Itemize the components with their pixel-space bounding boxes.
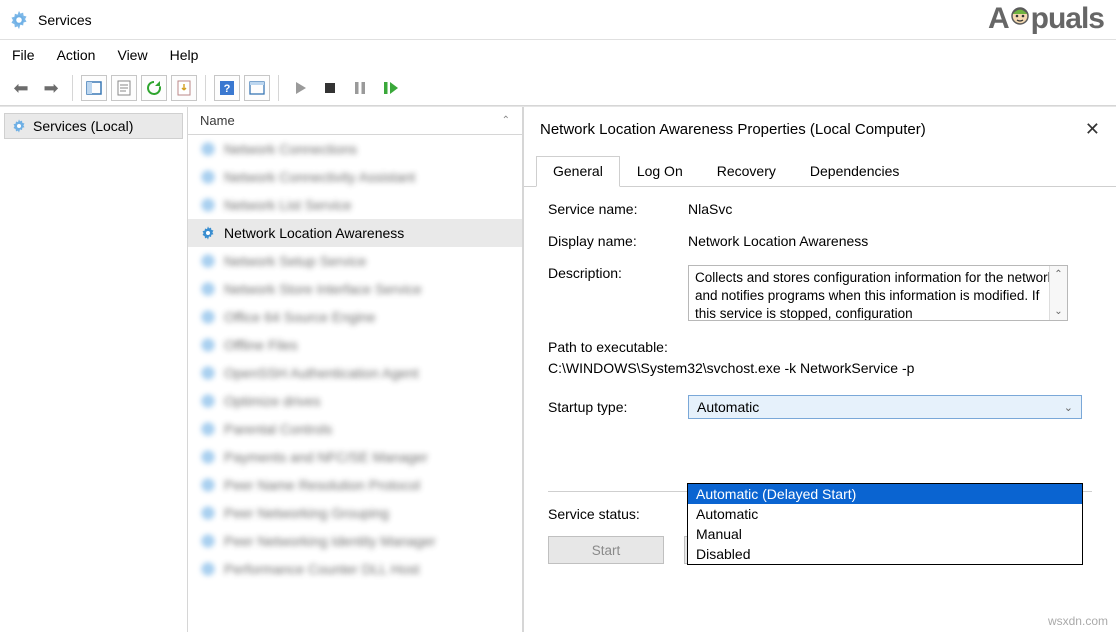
toolbar-stop-button[interactable]	[317, 75, 343, 101]
column-header-name[interactable]: Name ⌃	[188, 107, 522, 135]
label-description: Description:	[548, 265, 688, 281]
service-row[interactable]: Peer Networking Grouping	[188, 499, 522, 527]
service-name-label: Network Location Awareness	[224, 225, 404, 241]
toolbar-refresh-button[interactable]	[141, 75, 167, 101]
app-icon	[8, 9, 30, 31]
chevron-down-icon: ⌄	[1064, 401, 1073, 414]
toolbar-show-hide-button[interactable]	[81, 75, 107, 101]
toolbar-start-button[interactable]	[287, 75, 313, 101]
toolbar: ⬅ ➡ ?	[0, 70, 1116, 106]
watermark-url: wsxdn.com	[1048, 614, 1108, 628]
service-row[interactable]: Offline Files	[188, 331, 522, 359]
service-row[interactable]: Network List Service	[188, 191, 522, 219]
value-display-name: Network Location Awareness	[688, 233, 1092, 249]
nav-back-button[interactable]: ⬅	[8, 75, 34, 101]
value-path: C:\WINDOWS\System32\svchost.exe -k Netwo…	[548, 358, 1092, 379]
option-automatic[interactable]: Automatic	[688, 504, 1082, 524]
tab-recovery[interactable]: Recovery	[700, 156, 793, 187]
option-automatic-delayed[interactable]: Automatic (Delayed Start)	[688, 484, 1082, 504]
tab-general[interactable]: General	[536, 156, 620, 187]
svg-text:?: ?	[224, 83, 231, 95]
toolbar-console-button[interactable]	[244, 75, 270, 101]
service-row[interactable]: OpenSSH Authentication Agent	[188, 359, 522, 387]
dialog-title: Network Location Awareness Properties (L…	[540, 121, 926, 138]
properties-dialog: Network Location Awareness Properties (L…	[523, 107, 1116, 632]
toolbar-export-button[interactable]	[171, 75, 197, 101]
service-row[interactable]: Payments and NFC/SE Manager	[188, 443, 522, 471]
toolbar-properties-button[interactable]	[111, 75, 137, 101]
gear-icon	[200, 225, 216, 241]
startup-type-combo[interactable]: Automatic ⌄	[688, 395, 1082, 419]
sort-indicator-icon: ⌃	[502, 115, 510, 126]
service-row[interactable]: Network Setup Service	[188, 247, 522, 275]
service-row[interactable]: Network Store Interface Service	[188, 275, 522, 303]
description-scrollbar[interactable]: ⌃⌄	[1049, 266, 1067, 320]
tab-logon[interactable]: Log On	[620, 156, 700, 187]
service-row[interactable]: Peer Networking Identity Manager	[188, 527, 522, 555]
menu-view[interactable]: View	[117, 47, 147, 63]
app-title: Services	[38, 12, 92, 28]
toolbar-restart-button[interactable]	[377, 75, 403, 101]
label-path: Path to executable:	[548, 337, 1092, 358]
service-row[interactable]: Peer Name Resolution Protocol	[188, 471, 522, 499]
menu-help[interactable]: Help	[170, 47, 199, 63]
service-row[interactable]: Parental Controls	[188, 415, 522, 443]
service-row[interactable]: Performance Counter DLL Host	[188, 555, 522, 583]
menu-bar: File Action View Help	[0, 40, 1116, 70]
toolbar-pause-button[interactable]	[347, 75, 373, 101]
watermark-logo: A puals	[988, 2, 1104, 36]
startup-type-dropdown[interactable]: Automatic (Delayed Start) Automatic Manu…	[687, 483, 1083, 565]
toolbar-help-button[interactable]: ?	[214, 75, 240, 101]
description-box[interactable]: Collects and stores configuration inform…	[688, 265, 1068, 321]
option-manual[interactable]: Manual	[688, 524, 1082, 544]
service-row[interactable]: Network Connections	[188, 135, 522, 163]
service-row[interactable]: Office 64 Source Engine	[188, 303, 522, 331]
label-service-status: Service status:	[548, 506, 688, 522]
value-service-name: NlaSvc	[688, 201, 1092, 217]
sidebar-item-label: Services (Local)	[33, 118, 133, 134]
service-row[interactable]: Optimize drives	[188, 387, 522, 415]
label-display-name: Display name:	[548, 233, 688, 249]
close-button[interactable]: ✕	[1085, 119, 1100, 140]
nav-forward-button[interactable]: ➡	[38, 75, 64, 101]
service-list: Name ⌃ Network Connections Network Conne…	[188, 107, 523, 632]
label-service-name: Service name:	[548, 201, 688, 217]
service-row-selected[interactable]: Network Location Awareness	[188, 219, 522, 247]
menu-file[interactable]: File	[12, 47, 35, 63]
sidebar-item-services-local[interactable]: Services (Local)	[4, 113, 183, 139]
start-button[interactable]: Start	[548, 536, 664, 564]
menu-action[interactable]: Action	[57, 47, 96, 63]
tab-dependencies[interactable]: Dependencies	[793, 156, 917, 187]
option-disabled[interactable]: Disabled	[688, 544, 1082, 564]
service-row[interactable]: Network Connectivity Assistant	[188, 163, 522, 191]
sidebar: Services (Local)	[0, 107, 188, 632]
label-startup-type: Startup type:	[548, 399, 688, 415]
gear-icon	[11, 118, 27, 134]
